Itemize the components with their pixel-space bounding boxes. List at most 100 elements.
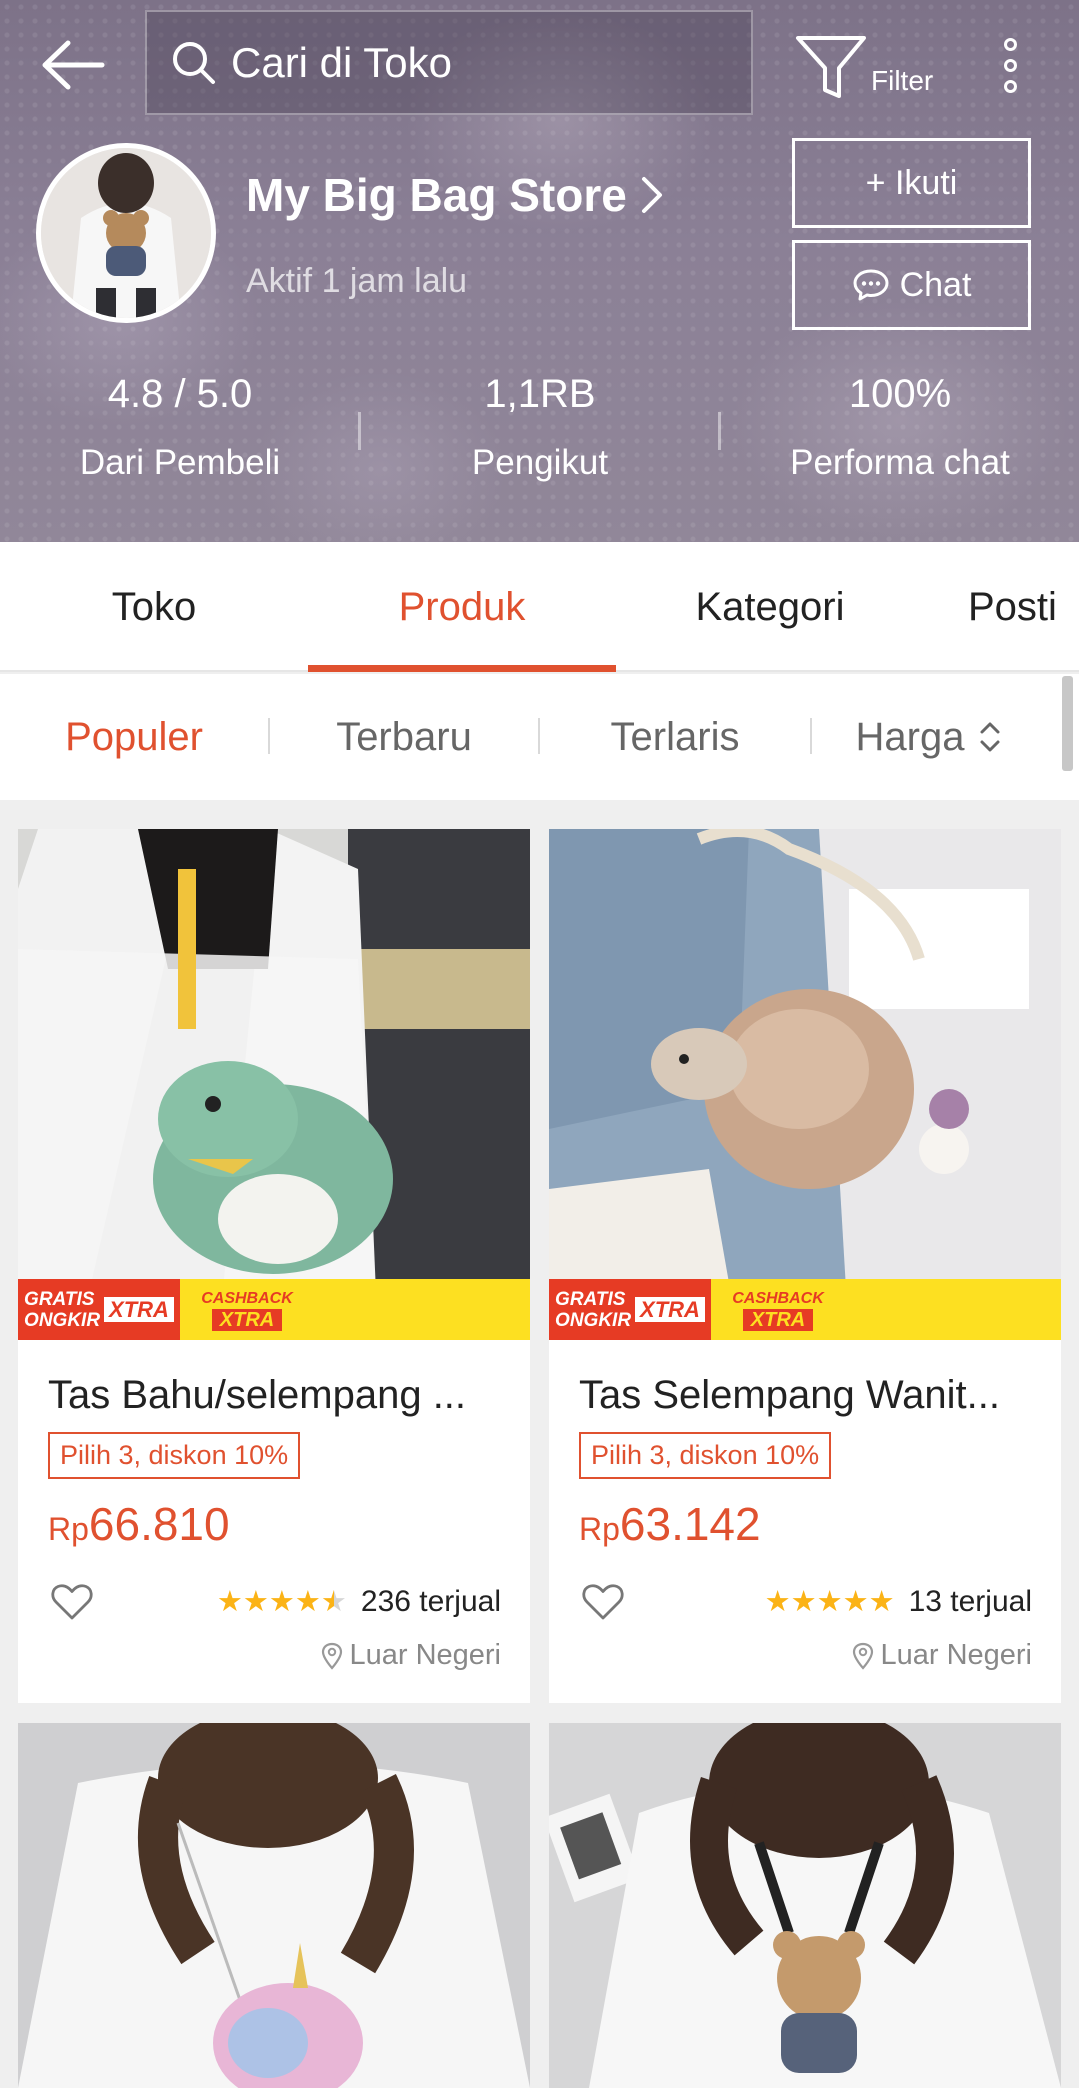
tab-kategori[interactable]: Kategori xyxy=(616,542,924,672)
product-card[interactable]: GRATIS ONGKIR XTRA CASHBACK XTRA Tas Sel… xyxy=(549,829,1061,1703)
price-currency: Rp xyxy=(48,1511,89,1547)
filter-button[interactable]: Filter xyxy=(795,28,945,108)
rating-stars: ★ ★ ★ ★ ★ xyxy=(217,1587,347,1617)
promo-xtra-text: XTRA xyxy=(635,1297,705,1322)
product-location: Luar Negeri xyxy=(852,1639,1032,1672)
star-icon: ★ xyxy=(816,1586,843,1618)
scrollbar-thumb[interactable] xyxy=(1062,676,1073,771)
more-dot-icon xyxy=(1003,37,1017,51)
stat-label: Dari Pembeli xyxy=(79,443,281,482)
more-dot-icon xyxy=(1003,79,1017,93)
product-location: Luar Negeri xyxy=(321,1639,501,1672)
tab-produk[interactable]: Produk xyxy=(308,542,616,672)
chat-label: Chat xyxy=(899,265,972,304)
product-title: Tas Bahu/selempang ... xyxy=(48,1373,467,1417)
more-options-button[interactable] xyxy=(990,30,1030,100)
stat-value: 100% xyxy=(848,372,952,416)
gratis-ongkir-badge: GRATIS ONGKIR XTRA xyxy=(549,1279,711,1340)
filter-label: Filter xyxy=(871,65,934,96)
promo-cashback-text: CASHBACK xyxy=(732,1289,824,1307)
stat-label: Performa chat xyxy=(790,443,1010,482)
promo-banner-fill xyxy=(845,1279,1061,1340)
follow-label: + Ikuti xyxy=(865,163,958,202)
location-pin-icon xyxy=(322,1642,343,1670)
store-avatar[interactable] xyxy=(36,143,216,323)
product-card[interactable] xyxy=(549,1723,1061,2088)
promo-cashback-xtra-text: XTRA xyxy=(742,1308,814,1331)
back-arrow-icon xyxy=(42,40,105,90)
stat-value: 1,1RB xyxy=(484,372,596,416)
shop-search-input[interactable]: Cari di Toko xyxy=(145,10,753,115)
star-icon: ★ xyxy=(868,1586,895,1618)
star-icon: ★ xyxy=(216,1586,243,1618)
star-icon: ★ xyxy=(764,1586,791,1618)
half-star-icon: ★ xyxy=(320,1586,347,1618)
promo-banner: GRATIS ONGKIR XTRA CASHBACK XTRA xyxy=(549,1279,1061,1340)
discount-badge: Pilih 3, diskon 10% xyxy=(48,1432,301,1479)
more-dot-icon xyxy=(1003,58,1017,72)
product-price: Rp66.810 xyxy=(48,1497,230,1551)
chevron-right-icon xyxy=(641,177,662,213)
store-name-link[interactable]: My Big Bag Store xyxy=(246,168,665,222)
gratis-ongkir-badge: GRATIS ONGKIR XTRA xyxy=(18,1279,180,1340)
back-button[interactable] xyxy=(38,30,108,100)
sold-count: 236 terjual xyxy=(360,1585,501,1618)
sort-terlaris[interactable]: Terlaris xyxy=(540,674,810,800)
product-photo xyxy=(18,829,530,1340)
product-photo xyxy=(549,1723,1061,2088)
follow-button[interactable]: + Ikuti xyxy=(792,138,1031,228)
product-photo xyxy=(18,1723,530,2088)
product-card[interactable] xyxy=(18,1723,530,2088)
star-icon: ★ xyxy=(242,1586,269,1618)
filter-icon xyxy=(796,36,866,98)
tab-toko[interactable]: Toko xyxy=(0,542,308,672)
product-title: Tas Selempang Wanit... xyxy=(579,1373,1000,1417)
sort-harga[interactable]: Harga xyxy=(812,674,1048,800)
heart-icon xyxy=(51,1584,93,1620)
chat-button[interactable]: Chat xyxy=(792,240,1031,330)
promo-cashback-xtra-text: XTRA xyxy=(211,1308,283,1331)
location-text: Luar Negeri xyxy=(880,1639,1032,1671)
promo-cashback-text: CASHBACK xyxy=(201,1289,293,1307)
price-value: 66.810 xyxy=(88,1498,230,1550)
product-photo xyxy=(549,829,1061,1340)
store-active-status: Aktif 1 jam lalu xyxy=(246,262,468,300)
product-price: Rp63.142 xyxy=(579,1497,761,1551)
stat-followers: 1,1RB Pengikut xyxy=(360,372,720,483)
product-image: GRATIS ONGKIR XTRA CASHBACK XTRA xyxy=(18,829,530,1340)
stat-value: 4.8 / 5.0 xyxy=(107,372,253,416)
location-text: Luar Negeri xyxy=(349,1639,501,1671)
sort-harga-label: Harga xyxy=(855,714,965,759)
active-tab-indicator xyxy=(308,665,616,672)
discount-badge: Pilih 3, diskon 10% xyxy=(579,1432,832,1479)
star-icon: ★ xyxy=(268,1586,295,1618)
stat-rating: 4.8 / 5.0 Dari Pembeli xyxy=(0,372,360,483)
shop-tabs: Toko Produk Kategori Posti xyxy=(0,542,1079,672)
product-rating: ★ ★ ★ ★ ★ 13 terjual xyxy=(765,1585,1032,1619)
tab-postingan[interactable]: Posti xyxy=(968,542,1079,672)
wishlist-button[interactable] xyxy=(51,1583,93,1626)
sold-count: 13 terjual xyxy=(908,1585,1032,1618)
search-placeholder: Cari di Toko xyxy=(231,38,452,86)
sort-terbaru[interactable]: Terbaru xyxy=(270,674,538,800)
rating-stars: ★ ★ ★ ★ ★ xyxy=(765,1587,895,1617)
sort-toggle-icon xyxy=(980,722,1000,752)
promo-banner: GRATIS ONGKIR XTRA CASHBACK XTRA xyxy=(18,1279,530,1340)
stat-chat-performance: 100% Performa chat xyxy=(720,372,1079,483)
location-pin-icon xyxy=(853,1642,874,1670)
sort-populer[interactable]: Populer xyxy=(0,674,268,800)
sort-bar: Populer Terbaru Terlaris Harga xyxy=(0,674,1079,800)
product-card[interactable]: GRATIS ONGKIR XTRA CASHBACK XTRA Tas Bah… xyxy=(18,829,530,1703)
wishlist-button[interactable] xyxy=(582,1583,624,1626)
star-icon: ★ xyxy=(790,1586,817,1618)
chat-bubble-icon xyxy=(853,269,889,301)
price-currency: Rp xyxy=(579,1511,620,1547)
promo-xtra-text: XTRA xyxy=(104,1297,174,1322)
promo-gratis-text: GRATIS xyxy=(24,1288,95,1310)
product-image: GRATIS ONGKIR XTRA CASHBACK XTRA xyxy=(549,829,1061,1340)
shop-header: Cari di Toko Filter My Big Bag Store Akt… xyxy=(0,0,1079,542)
promo-ongkir-text: ONGKIR xyxy=(555,1309,632,1331)
promo-banner-fill xyxy=(314,1279,530,1340)
cashback-xtra-badge: CASHBACK XTRA xyxy=(180,1279,314,1340)
star-icon: ★ xyxy=(294,1586,321,1618)
